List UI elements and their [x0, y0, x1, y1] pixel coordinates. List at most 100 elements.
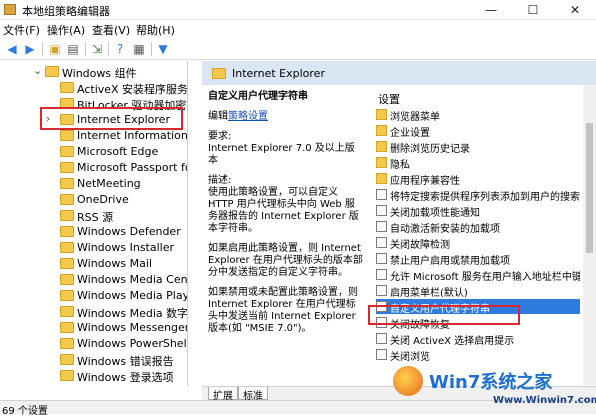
menu-bar: 文件(F) 操作(A) 查看(V) 帮助(H)	[0, 20, 596, 38]
app-icon	[4, 4, 16, 15]
folder-icon	[376, 125, 387, 136]
folder-icon	[212, 68, 226, 79]
description-block: 描述: 使用此策略设置，可以自定义 HTTP 用户代理标头中向 Web 服务器报告…	[208, 175, 363, 235]
toolbar-divider	[151, 42, 152, 56]
tree-item[interactable]: Windows Media 数字权	[0, 304, 188, 320]
tree-item[interactable]: Windows 错误报告	[0, 352, 187, 368]
tree-item[interactable]: NetMeeting	[0, 176, 187, 192]
tree-item-label: Windows Media 数字权	[77, 307, 188, 320]
settings-row[interactable]: 关闭加载项性能通知	[376, 203, 580, 218]
tree-item-label: Windows Messenger	[77, 321, 188, 334]
export-list-icon[interactable]: ⇲	[89, 41, 105, 57]
minimize-button[interactable]: —	[470, 0, 512, 20]
tree-item[interactable]: ActiveX 安装程序服务	[0, 80, 187, 96]
tree-item[interactable]: Microsoft Edge	[0, 144, 187, 160]
folder-icon	[60, 306, 74, 317]
policy-icon	[376, 269, 387, 280]
help-icon[interactable]: ?	[112, 41, 128, 57]
details-header: Internet Explorer	[202, 61, 596, 85]
settings-row-label: 关闭故障检测	[390, 240, 450, 250]
forward-icon[interactable]: ▶	[22, 41, 38, 57]
edit-policy-link[interactable]: 策略设置	[228, 111, 268, 122]
policy-description: 自定义用户代理字符串 编辑策略设置 要求: Internet Explorer 7…	[208, 91, 363, 343]
tree-item[interactable]: Windows Media Player	[0, 288, 187, 304]
show-hide-tree-icon[interactable]: ▤	[65, 41, 81, 57]
tree-item-label: Windows Installer	[77, 241, 175, 254]
folder-icon	[60, 274, 74, 285]
settings-row[interactable]: 启用菜单栏(默认)	[376, 283, 580, 298]
enabled-text: 如果启用此策略设置，则 Internet Explorer 在用户代理标头的版本…	[208, 243, 363, 278]
watermark-logo: Win7系统之家 Www.Winwin7.com	[393, 362, 596, 412]
folder-icon	[60, 338, 74, 349]
tree-item[interactable]: Windows Media Center	[0, 272, 187, 288]
settings-row[interactable]: 允许 Microsoft 服务在用户输入地址栏中键入内容	[376, 267, 580, 282]
settings-row[interactable]: 关闭故障检测	[376, 235, 580, 250]
settings-row[interactable]: 关闭 ActiveX 选择启用提示	[376, 331, 580, 346]
chevron-down-icon[interactable]: ⌄	[33, 64, 42, 77]
folder-icon	[60, 242, 74, 253]
folder-icon	[376, 157, 387, 168]
tree-item-label: Windows PowerShell	[77, 337, 188, 350]
settings-row[interactable]: 关闭浏览	[376, 347, 580, 362]
tree-item[interactable]: Windows Installer	[0, 240, 187, 256]
settings-row[interactable]: 自动激活新安装的加载项	[376, 219, 580, 234]
tree-item[interactable]: Windows PowerShell	[0, 336, 188, 352]
tree-item[interactable]: RSS 源	[0, 208, 187, 224]
settings-row[interactable]: 删除浏览历史记录	[376, 139, 580, 154]
edit-policy-line: 编辑策略设置	[208, 111, 363, 123]
folder-icon	[60, 210, 74, 221]
menu-view[interactable]: 查看(V)	[92, 22, 130, 38]
back-icon[interactable]: ◀	[4, 41, 20, 57]
tree-item-label: Windows 错误报告	[77, 355, 174, 368]
title-bar: 本地组策略编辑器 — ☐ ✕	[0, 0, 596, 20]
menu-action[interactable]: 操作(A)	[47, 22, 85, 38]
tree-item[interactable]: Windows Defender	[0, 224, 187, 240]
tree-item-label: Windows 组件	[62, 67, 137, 80]
tree-item[interactable]: Windows Mail	[0, 256, 187, 272]
settings-row-label: 关闭浏览	[390, 352, 430, 362]
tree-item[interactable]: Windows 登录选项	[0, 368, 187, 384]
settings-column-header[interactable]: 设置	[378, 91, 400, 107]
policy-icon	[376, 285, 387, 296]
tree-item-label: Windows Defender	[77, 225, 181, 238]
folder-icon	[60, 322, 74, 333]
settings-row-label: 关闭加载项性能通知	[390, 208, 480, 218]
tree-item[interactable]: OneDrive	[0, 192, 187, 208]
settings-row[interactable]: 将特定搜索提供程序列表添加到用户的搜索提供	[376, 187, 580, 202]
highlight-box	[368, 305, 520, 325]
close-button[interactable]: ✕	[554, 0, 596, 20]
tree-item-label: Microsoft Passport for	[77, 161, 188, 174]
tree-item-label: OneDrive	[77, 193, 129, 206]
settings-row-label: 允许 Microsoft 服务在用户输入地址栏中键入内容	[390, 272, 580, 282]
settings-row-label: 关闭 ActiveX 选择启用提示	[390, 336, 515, 346]
settings-list[interactable]: 设置 浏览器菜单 企业设置 删除浏览历史记录 隐私 应用程序兼容性 将特定搜索提…	[370, 87, 580, 386]
description-label: 描述:	[208, 175, 232, 186]
settings-row[interactable]: 应用程序兼容性	[376, 171, 580, 186]
settings-row[interactable]: 浏览器菜单	[376, 107, 580, 122]
tree-item[interactable]: Internet Information Se	[0, 128, 188, 144]
policy-icon	[376, 253, 387, 264]
folder-icon	[60, 290, 74, 301]
properties-icon[interactable]: ▦	[131, 41, 147, 57]
vertical-scrollbar[interactable]	[583, 85, 596, 385]
tree-item-windows-components[interactable]: ⌄ Windows 组件	[0, 64, 187, 80]
settings-row-label: 隐私	[390, 160, 410, 170]
tree-item[interactable]: Microsoft Passport for	[0, 160, 188, 176]
tree-item[interactable]: Windows Messenger	[0, 320, 188, 336]
settings-row[interactable]: 企业设置	[376, 123, 580, 138]
folder-icon	[60, 194, 74, 205]
scrollbar-thumb[interactable]	[586, 123, 593, 253]
folder-icon	[60, 354, 74, 365]
tree-item-label: Internet Information Se	[77, 129, 188, 142]
maximize-button[interactable]: ☐	[512, 0, 554, 20]
disabled-text: 如果禁用或未配置此策略设置，则 Internet Explorer 在用户代理标…	[208, 287, 358, 334]
filter-icon[interactable]: ▼	[155, 41, 171, 57]
up-folder-icon[interactable]: ▣	[47, 41, 63, 57]
tree-item-label: Windows Media Player	[77, 289, 187, 302]
tab-standard[interactable]: 标准	[238, 387, 268, 402]
menu-help[interactable]: 帮助(H)	[136, 22, 175, 38]
tab-extended[interactable]: 扩展	[208, 387, 238, 402]
settings-row[interactable]: 隐私	[376, 155, 580, 170]
menu-file[interactable]: 文件(F)	[3, 22, 40, 38]
settings-row[interactable]: 禁止用户启用或禁用加载项	[376, 251, 580, 266]
